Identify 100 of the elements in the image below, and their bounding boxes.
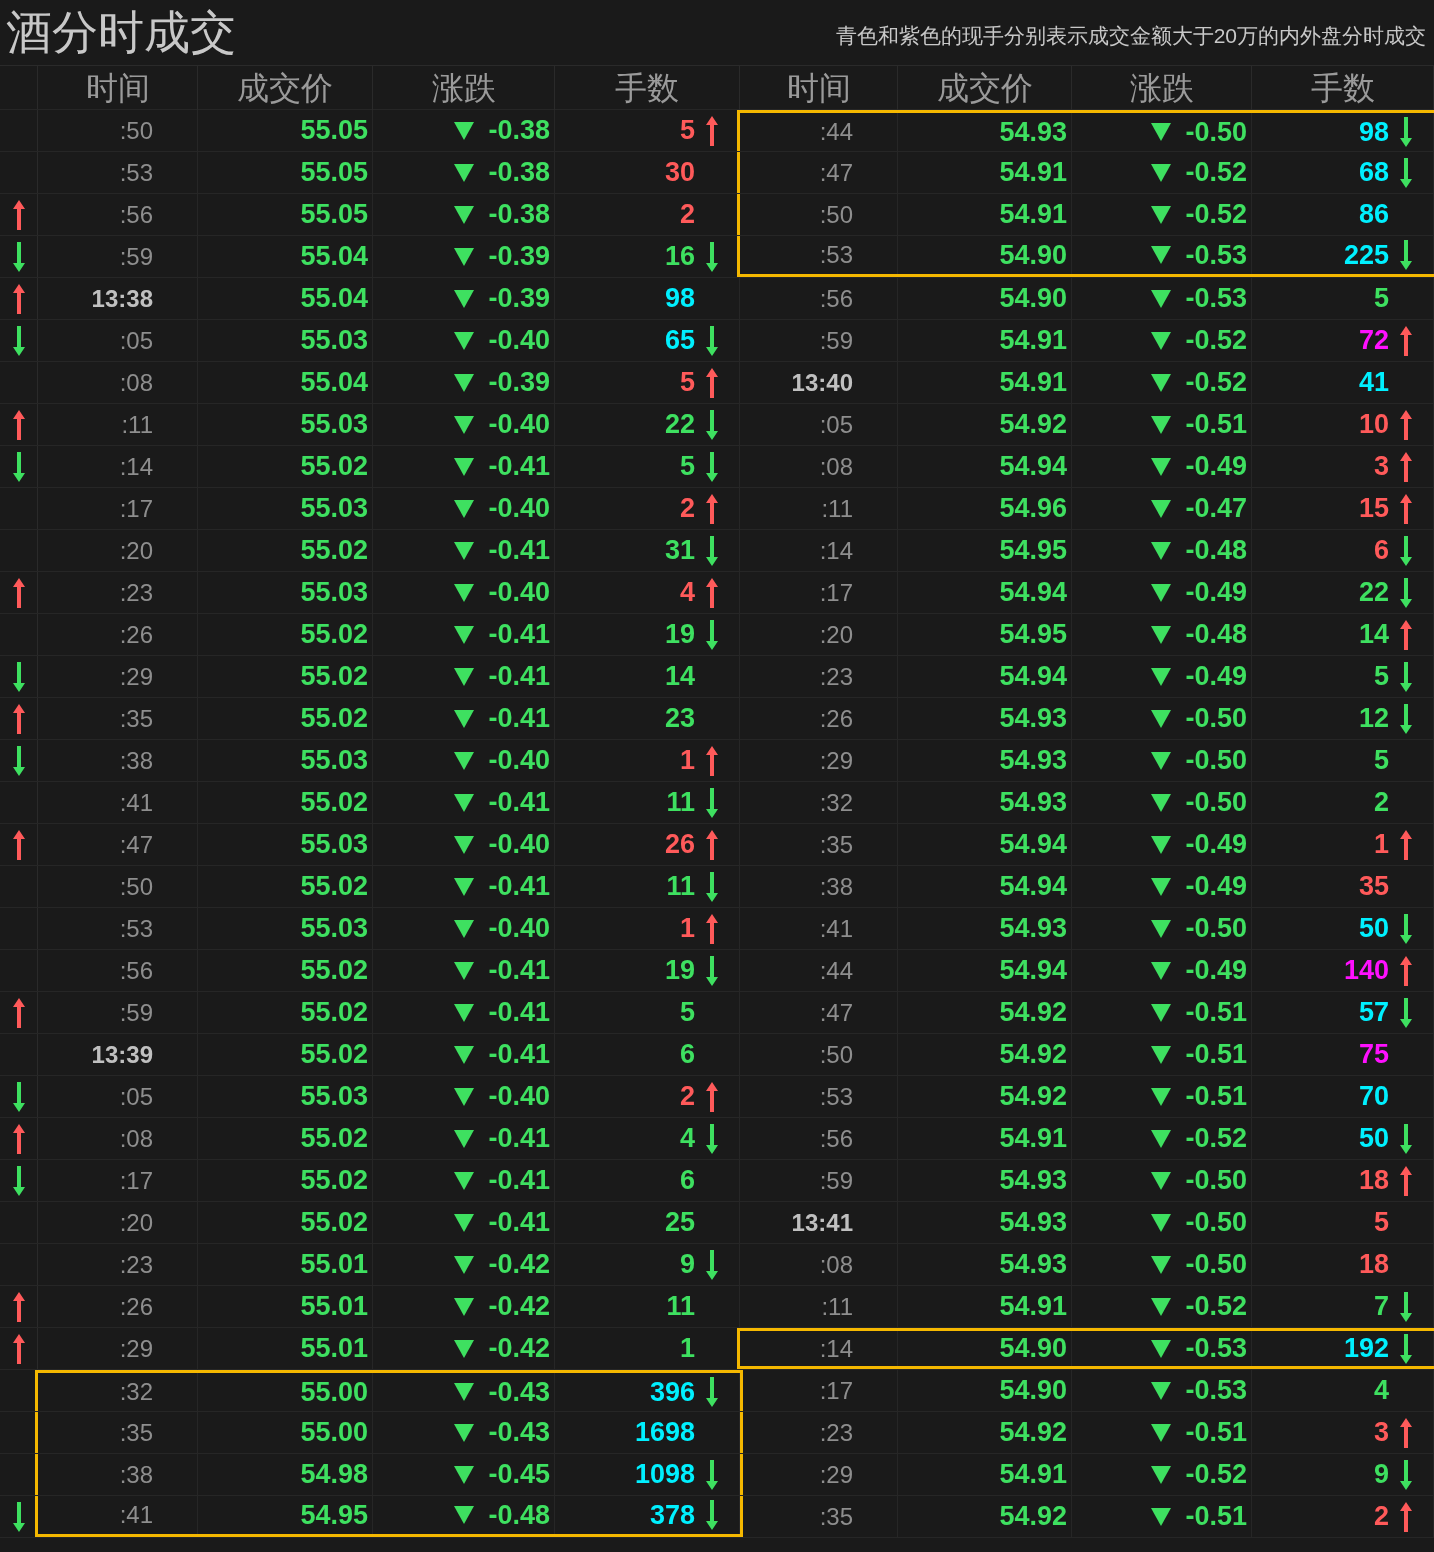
time-value: :14 [819, 1334, 853, 1363]
volume-value: 5 [679, 997, 695, 1028]
time-value: :35 [119, 704, 153, 733]
change-value: -0.48 [488, 1499, 550, 1531]
price-value: 54.90 [999, 1375, 1067, 1406]
time-value: :14 [119, 452, 153, 481]
price-value: 55.02 [300, 997, 368, 1028]
price-value: 55.03 [300, 745, 368, 776]
time-value: 13:39 [91, 1040, 153, 1069]
time-value: :35 [119, 1418, 153, 1447]
change-value: -0.41 [488, 955, 550, 986]
price-value: 54.98 [300, 1459, 368, 1490]
volume-value: 6 [679, 1165, 695, 1196]
price-value: 55.03 [300, 493, 368, 524]
volume-value: 70 [1358, 1081, 1389, 1112]
price-value: 54.93 [999, 1249, 1067, 1280]
time-value: :38 [819, 872, 853, 901]
page-title: 酒分时成交 [5, 4, 236, 60]
change-value: -0.53 [1185, 1375, 1247, 1406]
price-value: 55.01 [300, 1249, 368, 1280]
volume-value: 1698 [634, 1417, 695, 1448]
time-value: :08 [819, 452, 853, 481]
price-value: 54.96 [999, 493, 1067, 524]
volume-value: 12 [1358, 703, 1389, 734]
volume-value: 31 [664, 535, 695, 566]
change-value: -0.52 [1185, 1459, 1247, 1490]
change-value: -0.41 [488, 451, 550, 482]
volume-value: 98 [1358, 116, 1389, 148]
column-header: 手数 [1252, 66, 1434, 110]
volume-value: 396 [649, 1376, 695, 1408]
price-value: 54.91 [999, 1291, 1067, 1322]
change-value: -0.41 [488, 619, 550, 650]
price-value: 55.03 [300, 409, 368, 440]
change-value: -0.50 [1185, 116, 1247, 148]
volume-value: 14 [664, 661, 695, 692]
price-value: 54.92 [999, 1501, 1067, 1532]
change-value: -0.41 [488, 661, 550, 692]
price-value: 55.03 [300, 1081, 368, 1112]
volume-value: 1098 [634, 1459, 695, 1490]
volume-value: 65 [664, 325, 695, 356]
price-value: 55.05 [300, 115, 368, 146]
volume-value: 75 [1358, 1039, 1389, 1070]
price-value: 54.94 [999, 661, 1067, 692]
volume-value: 5 [679, 367, 695, 398]
change-value: -0.42 [488, 1249, 550, 1280]
time-value: :29 [819, 746, 853, 775]
price-value: 54.90 [999, 1333, 1067, 1364]
volume-value: 225 [1343, 239, 1389, 271]
time-value: :11 [821, 494, 853, 523]
change-value: -0.40 [488, 409, 550, 440]
time-value: :17 [819, 1376, 853, 1405]
time-value: :26 [819, 704, 853, 733]
change-value: -0.43 [488, 1417, 550, 1448]
price-value: 55.02 [300, 661, 368, 692]
price-value: 55.02 [300, 1207, 368, 1238]
change-value: -0.49 [1185, 871, 1247, 902]
column-header: 涨跌 [1072, 66, 1252, 110]
time-value: :50 [819, 1040, 853, 1069]
volume-value: 57 [1358, 997, 1389, 1028]
time-value: :26 [119, 1292, 153, 1321]
volume-value: 6 [1373, 535, 1389, 566]
price-value: 54.91 [999, 1459, 1067, 1490]
change-value: -0.40 [488, 493, 550, 524]
volume-value: 25 [664, 1207, 695, 1238]
time-value: :14 [819, 536, 853, 565]
time-value: 13:40 [791, 368, 853, 397]
price-value: 55.05 [300, 199, 368, 230]
volume-value: 98 [664, 283, 695, 314]
time-value: :29 [119, 1334, 153, 1363]
time-value: :50 [119, 872, 153, 901]
volume-value: 14 [1358, 619, 1389, 650]
time-value: :17 [119, 494, 153, 523]
price-value: 54.92 [999, 997, 1067, 1028]
change-value: -0.49 [1185, 451, 1247, 482]
price-value: 54.93 [999, 1207, 1067, 1238]
change-value: -0.39 [488, 283, 550, 314]
change-value: -0.51 [1185, 1501, 1247, 1532]
volume-value: 192 [1343, 1333, 1389, 1364]
price-value: 54.91 [999, 1123, 1067, 1154]
time-value: :53 [819, 1082, 853, 1111]
change-value: -0.52 [1185, 325, 1247, 356]
price-value: 55.02 [300, 451, 368, 482]
time-value: :17 [119, 1166, 153, 1195]
price-value: 55.04 [300, 241, 368, 272]
volume-value: 5 [679, 451, 695, 482]
change-value: -0.49 [1185, 661, 1247, 692]
volume-value: 6 [679, 1039, 695, 1070]
time-value: :56 [119, 956, 153, 985]
volume-value: 9 [1373, 1459, 1389, 1490]
time-value: :41 [119, 788, 153, 817]
price-value: 55.04 [300, 283, 368, 314]
price-value: 55.02 [300, 955, 368, 986]
time-value: :23 [119, 1250, 153, 1279]
time-value: :05 [119, 1082, 153, 1111]
price-value: 55.02 [300, 619, 368, 650]
price-value: 54.93 [999, 913, 1067, 944]
change-value: -0.41 [488, 871, 550, 902]
volume-value: 22 [1358, 577, 1389, 608]
time-value: :11 [121, 410, 153, 439]
volume-value: 30 [664, 157, 695, 188]
